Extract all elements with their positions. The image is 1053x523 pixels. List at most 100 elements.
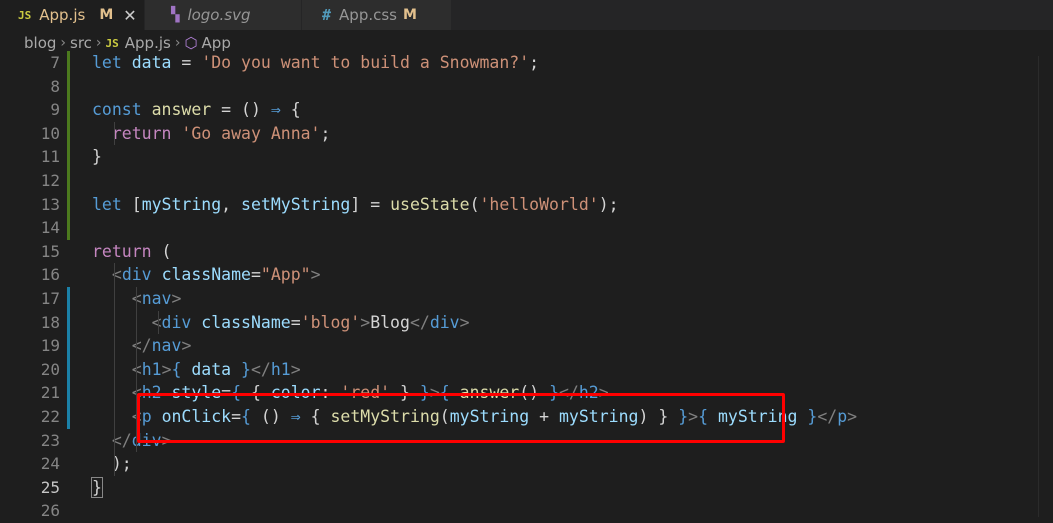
code-line[interactable]: 20 <h1>{ data }</h1> [0,358,1053,382]
breadcrumb-folder-blog[interactable]: blog [24,34,56,52]
tab-logo-svg[interactable]: ▚ logo.svg [145,0,302,30]
line-number: 21 [40,383,60,403]
close-icon[interactable]: ✕ [123,6,136,25]
code-editor[interactable]: 7 let data = 'Do you want to build a Snow… [0,51,1053,520]
code-token: nav [151,336,182,356]
code-token: h1 [141,359,162,379]
line-number: 20 [40,359,60,379]
code-token: </ [131,336,152,356]
line-number: 17 [40,289,60,308]
indent-guide [158,310,159,335]
code-line[interactable]: 10 return 'Go away Anna'; [0,122,1053,146]
line-number: 9 [50,100,60,120]
code-line[interactable]: 9 const answer = () ⇒ { [0,98,1053,122]
code-text: } [91,476,103,500]
code-text: </nav> [92,334,192,358]
code-token: h1 [270,359,291,379]
code-token: "App" [260,265,311,285]
code-line[interactable]: 16 <div className="App"> [0,263,1053,287]
annotation-highlight-box [137,393,785,443]
code-token: return [92,241,162,261]
code-line[interactable]: 17 <nav> [0,287,1053,311]
code-token: = [290,312,301,332]
code-token: Blog [370,312,410,332]
indent-guide [114,121,115,146]
tab-label: App.css [339,6,397,24]
vertical-scrollbar[interactable] [1038,56,1053,517]
code-text: let data = 'Do you want to build a Snowm… [92,51,539,75]
line-number: 26 [40,501,60,521]
code-token: 'Do you want to build a Snowman?' [201,53,530,72]
code-line[interactable]: 24 ); [0,452,1053,476]
code-text: let [myString, setMyString] = useState('… [92,193,619,217]
code-token: { [171,359,192,379]
css-file-icon: # [322,6,332,24]
code-line[interactable]: 8 [0,75,1053,99]
line-number: 23 [40,430,60,450]
code-token: data [131,53,172,72]
modified-indicator: M [402,7,417,23]
chevron-right-icon: › [95,35,102,51]
line-number: 7 [50,53,60,72]
breadcrumb-symbol[interactable]: App [202,34,231,52]
tab-app-css[interactable]: # App.css M [302,0,452,30]
code-token: = [171,53,202,72]
tab-label: logo.svg [187,6,251,24]
javascript-file-icon: JS [18,8,32,22]
code-line[interactable]: 13 let [myString, setMyString] = useState… [0,193,1053,217]
code-token: 'Go away Anna' [181,123,321,143]
code-token: const [92,100,152,120]
code-line[interactable]: 26 [0,499,1053,523]
javascript-file-icon: JS [105,36,119,50]
code-line[interactable]: 7 let data = 'Do you want to build a Snow… [0,51,1053,75]
line-number: 13 [40,194,60,214]
code-line[interactable]: 25} [0,476,1053,500]
code-line[interactable]: 15 return ( [0,240,1053,264]
line-number: 24 [40,454,60,474]
code-token: 'blog' [300,312,361,332]
code-token: let [92,53,132,72]
code-token: answer [151,100,212,120]
code-token: ); [598,194,619,214]
code-token: </ [817,407,838,426]
breadcrumb-folder-src[interactable]: src [70,34,92,52]
line-number: 18 [40,312,60,332]
code-text: <h1>{ data }</h1> [92,358,301,382]
code-token: > [847,407,858,426]
code-token: ⇒ [270,100,281,120]
line-number: 19 [40,336,60,356]
code-text: } [92,145,102,169]
code-token: > [161,359,172,379]
line-number: 11 [40,147,60,167]
breadcrumb-file[interactable]: App.js [125,34,171,52]
code-token: > [290,359,301,379]
code-token: > [181,336,192,356]
code-token: } [92,147,102,167]
code-token: div [429,312,460,332]
code-line[interactable]: 19 </nav> [0,334,1053,358]
code-line[interactable]: 12 [0,169,1053,193]
code-line[interactable]: 14 [0,216,1053,240]
code-token: ; [320,123,331,143]
tab-app-js[interactable]: JS App.js M ✕ [0,0,145,30]
code-text: ); [92,452,132,476]
code-token: , [221,194,242,214]
line-number: 15 [40,241,60,261]
code-token: ; [529,53,540,72]
code-token: return [111,123,182,143]
code-token: </ [251,359,271,379]
code-token: 'helloWorld' [479,194,599,214]
code-token: { [280,100,301,120]
gutter-change-marker [67,51,70,240]
code-token: ); [92,454,132,474]
code-line[interactable]: 11} [0,145,1053,169]
code-token: = () [211,100,271,120]
